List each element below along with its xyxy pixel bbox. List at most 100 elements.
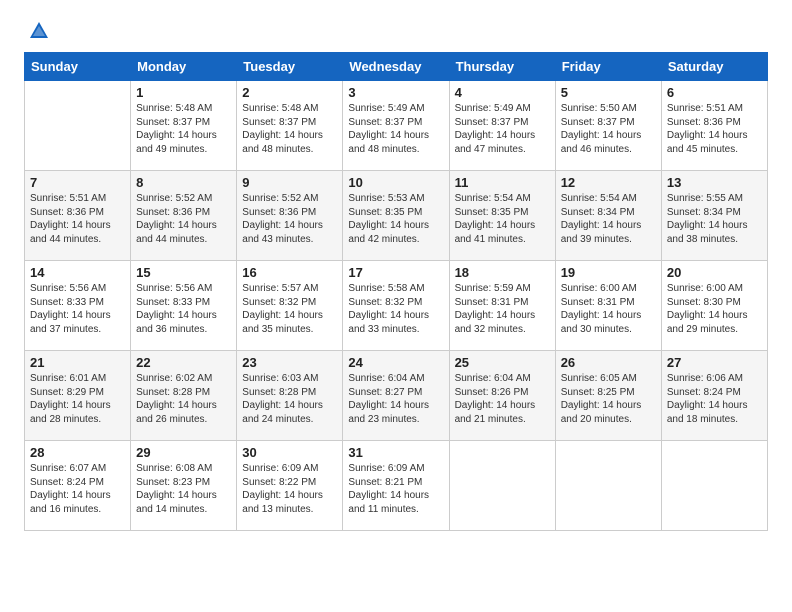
calendar-day-cell: 27Sunrise: 6:06 AM Sunset: 8:24 PM Dayli…	[661, 351, 767, 441]
day-number: 5	[561, 85, 656, 100]
calendar-table: SundayMondayTuesdayWednesdayThursdayFrid…	[24, 52, 768, 531]
day-number: 26	[561, 355, 656, 370]
day-number: 2	[242, 85, 337, 100]
calendar-day-cell: 9 Sunrise: 5:52 AM Sunset: 8:36 PM Daylig…	[237, 171, 343, 261]
calendar-week-row: 21 Sunrise: 6:01 AM Sunset: 8:29 PM Dayli…	[25, 351, 768, 441]
day-number: 1	[136, 85, 231, 100]
calendar-day-cell: 12Sunrise: 5:54 AM Sunset: 8:34 PM Dayli…	[555, 171, 661, 261]
day-number: 27	[667, 355, 762, 370]
calendar-day-cell: 22 Sunrise: 6:02 AM Sunset: 8:28 PM Dayli…	[131, 351, 237, 441]
day-info: Sunrise: 5:52 AM Sunset: 8:36 PM Dayligh…	[136, 192, 231, 246]
day-info: Sunrise: 5:58 AM Sunset: 8:32 PM Dayligh…	[348, 282, 443, 336]
day-info: Sunrise: 6:09 AM Sunset: 8:22 PM Dayligh…	[242, 462, 337, 516]
calendar-header-day: Saturday	[661, 53, 767, 81]
day-info: Sunrise: 5:48 AM Sunset: 8:37 PM Dayligh…	[242, 102, 337, 156]
calendar-week-row: 28 Sunrise: 6:07 AM Sunset: 8:24 PM Dayli…	[25, 441, 768, 531]
calendar-day-cell: 5 Sunrise: 5:50 AM Sunset: 8:37 PM Daylig…	[555, 81, 661, 171]
calendar-day-cell: 30 Sunrise: 6:09 AM Sunset: 8:22 PM Dayli…	[237, 441, 343, 531]
day-info: Sunrise: 6:05 AM Sunset: 8:25 PM Dayligh…	[561, 372, 656, 426]
day-number: 12	[561, 175, 656, 190]
day-number: 11	[455, 175, 550, 190]
day-number: 20	[667, 265, 762, 280]
day-number: 18	[455, 265, 550, 280]
day-number: 17	[348, 265, 443, 280]
calendar-day-cell: 11 Sunrise: 5:54 AM Sunset: 8:35 PM Dayli…	[449, 171, 555, 261]
calendar-header-day: Wednesday	[343, 53, 449, 81]
calendar-day-cell: 13 Sunrise: 5:55 AM Sunset: 8:34 PM Dayli…	[661, 171, 767, 261]
day-info: Sunrise: 5:51 AM Sunset: 8:36 PM Dayligh…	[667, 102, 762, 156]
calendar-day-cell: 25 Sunrise: 6:04 AM Sunset: 8:26 PM Dayli…	[449, 351, 555, 441]
day-info: Sunrise: 5:56 AM Sunset: 8:33 PM Dayligh…	[136, 282, 231, 336]
calendar-week-row: 14Sunrise: 5:56 AM Sunset: 8:33 PM Dayli…	[25, 261, 768, 351]
calendar-day-cell	[449, 441, 555, 531]
calendar-header-day: Monday	[131, 53, 237, 81]
calendar-header-day: Tuesday	[237, 53, 343, 81]
calendar-day-cell: 29 Sunrise: 6:08 AM Sunset: 8:23 PM Dayli…	[131, 441, 237, 531]
day-info: Sunrise: 5:49 AM Sunset: 8:37 PM Dayligh…	[455, 102, 550, 156]
day-info: Sunrise: 6:02 AM Sunset: 8:28 PM Dayligh…	[136, 372, 231, 426]
day-number: 24	[348, 355, 443, 370]
day-info: Sunrise: 5:56 AM Sunset: 8:33 PM Dayligh…	[30, 282, 125, 336]
calendar-day-cell: 26 Sunrise: 6:05 AM Sunset: 8:25 PM Dayli…	[555, 351, 661, 441]
calendar-day-cell	[661, 441, 767, 531]
calendar-day-cell: 18 Sunrise: 5:59 AM Sunset: 8:31 PM Dayli…	[449, 261, 555, 351]
day-info: Sunrise: 5:49 AM Sunset: 8:37 PM Dayligh…	[348, 102, 443, 156]
day-number: 7	[30, 175, 125, 190]
day-info: Sunrise: 5:55 AM Sunset: 8:34 PM Dayligh…	[667, 192, 762, 246]
day-info: Sunrise: 6:09 AM Sunset: 8:21 PM Dayligh…	[348, 462, 443, 516]
header	[24, 20, 768, 42]
day-number: 23	[242, 355, 337, 370]
calendar-day-cell	[25, 81, 131, 171]
day-info: Sunrise: 5:54 AM Sunset: 8:35 PM Dayligh…	[455, 192, 550, 246]
day-number: 21	[30, 355, 125, 370]
calendar-day-cell: 20Sunrise: 6:00 AM Sunset: 8:30 PM Dayli…	[661, 261, 767, 351]
day-info: Sunrise: 6:03 AM Sunset: 8:28 PM Dayligh…	[242, 372, 337, 426]
calendar-day-cell: 31 Sunrise: 6:09 AM Sunset: 8:21 PM Dayli…	[343, 441, 449, 531]
calendar-day-cell: 21 Sunrise: 6:01 AM Sunset: 8:29 PM Dayli…	[25, 351, 131, 441]
day-info: Sunrise: 5:50 AM Sunset: 8:37 PM Dayligh…	[561, 102, 656, 156]
day-info: Sunrise: 5:52 AM Sunset: 8:36 PM Dayligh…	[242, 192, 337, 246]
day-number: 8	[136, 175, 231, 190]
day-info: Sunrise: 6:04 AM Sunset: 8:27 PM Dayligh…	[348, 372, 443, 426]
calendar-header-day: Thursday	[449, 53, 555, 81]
calendar-header-day: Friday	[555, 53, 661, 81]
day-number: 28	[30, 445, 125, 460]
calendar-day-cell: 19Sunrise: 6:00 AM Sunset: 8:31 PM Dayli…	[555, 261, 661, 351]
day-info: Sunrise: 5:57 AM Sunset: 8:32 PM Dayligh…	[242, 282, 337, 336]
logo	[24, 20, 50, 42]
day-info: Sunrise: 5:51 AM Sunset: 8:36 PM Dayligh…	[30, 192, 125, 246]
day-number: 25	[455, 355, 550, 370]
calendar-week-row: 1 Sunrise: 5:48 AM Sunset: 8:37 PM Daylig…	[25, 81, 768, 171]
day-number: 15	[136, 265, 231, 280]
day-info: Sunrise: 5:53 AM Sunset: 8:35 PM Dayligh…	[348, 192, 443, 246]
day-number: 29	[136, 445, 231, 460]
logo-area	[24, 20, 50, 42]
day-number: 31	[348, 445, 443, 460]
day-number: 30	[242, 445, 337, 460]
logo-icon	[28, 20, 50, 42]
calendar-day-cell: 24 Sunrise: 6:04 AM Sunset: 8:27 PM Dayli…	[343, 351, 449, 441]
calendar-day-cell: 28 Sunrise: 6:07 AM Sunset: 8:24 PM Dayli…	[25, 441, 131, 531]
day-number: 4	[455, 85, 550, 100]
calendar-header-row: SundayMondayTuesdayWednesdayThursdayFrid…	[25, 53, 768, 81]
day-number: 13	[667, 175, 762, 190]
day-info: Sunrise: 6:07 AM Sunset: 8:24 PM Dayligh…	[30, 462, 125, 516]
calendar-day-cell: 23 Sunrise: 6:03 AM Sunset: 8:28 PM Dayli…	[237, 351, 343, 441]
day-number: 19	[561, 265, 656, 280]
calendar-day-cell: 15 Sunrise: 5:56 AM Sunset: 8:33 PM Dayli…	[131, 261, 237, 351]
day-info: Sunrise: 6:08 AM Sunset: 8:23 PM Dayligh…	[136, 462, 231, 516]
day-info: Sunrise: 5:59 AM Sunset: 8:31 PM Dayligh…	[455, 282, 550, 336]
calendar-day-cell: 7 Sunrise: 5:51 AM Sunset: 8:36 PM Daylig…	[25, 171, 131, 261]
day-info: Sunrise: 6:01 AM Sunset: 8:29 PM Dayligh…	[30, 372, 125, 426]
calendar-day-cell: 1Sunrise: 5:48 AM Sunset: 8:37 PM Daylig…	[131, 81, 237, 171]
calendar-header-day: Sunday	[25, 53, 131, 81]
day-info: Sunrise: 6:04 AM Sunset: 8:26 PM Dayligh…	[455, 372, 550, 426]
calendar-day-cell: 16 Sunrise: 5:57 AM Sunset: 8:32 PM Dayli…	[237, 261, 343, 351]
calendar-day-cell	[555, 441, 661, 531]
day-number: 22	[136, 355, 231, 370]
day-number: 9	[242, 175, 337, 190]
calendar-day-cell: 2 Sunrise: 5:48 AM Sunset: 8:37 PM Daylig…	[237, 81, 343, 171]
day-number: 10	[348, 175, 443, 190]
day-number: 16	[242, 265, 337, 280]
calendar-day-cell: 3Sunrise: 5:49 AM Sunset: 8:37 PM Daylig…	[343, 81, 449, 171]
